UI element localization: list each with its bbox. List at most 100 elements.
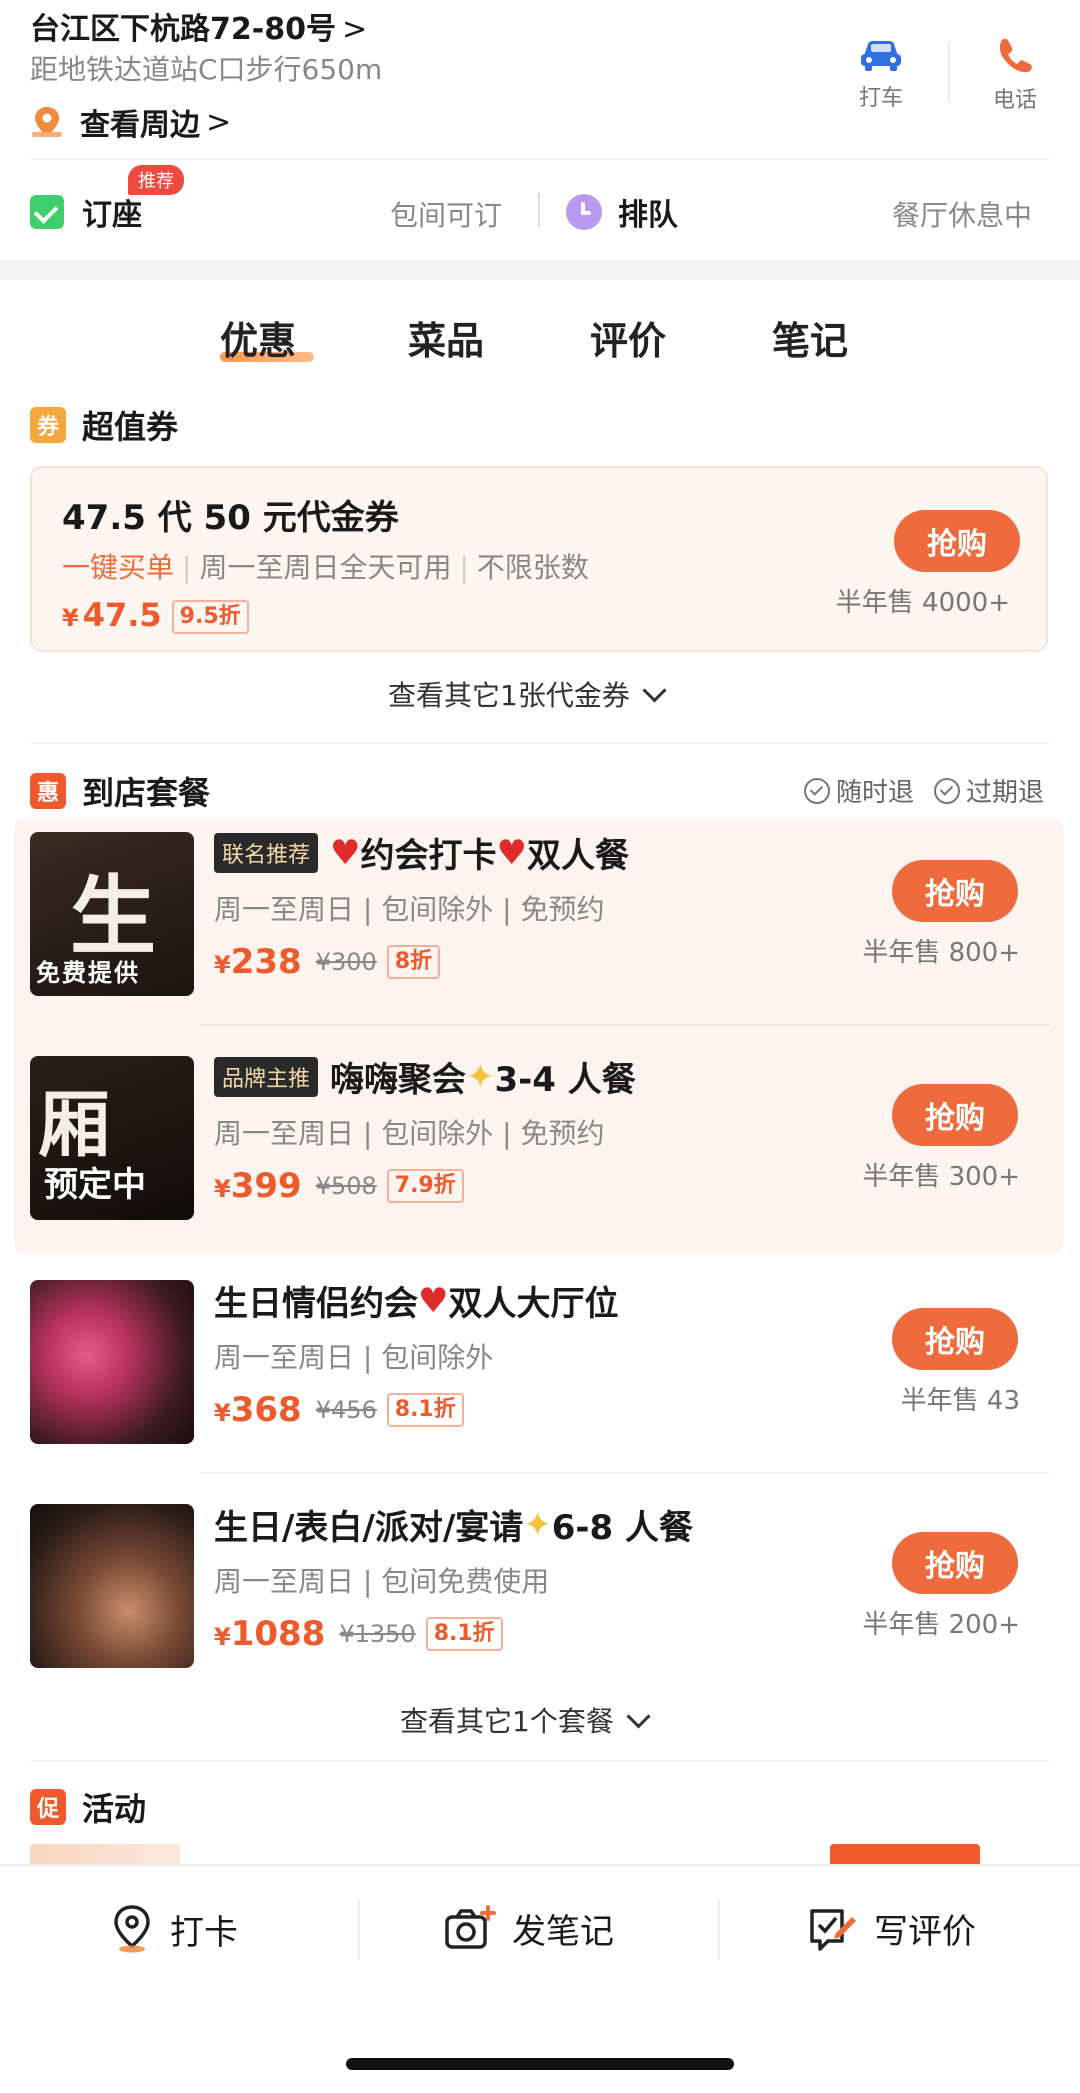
book-seat-label: 订座 [82,198,142,233]
package-name-text: 双人餐 [526,836,629,876]
more-packages-link[interactable]: 查看其它1个套餐 [400,1700,651,1740]
thumb-subtext: 预定中 [44,1165,146,1205]
buy-button[interactable]: 抢购 [892,1532,1018,1594]
voucher-section-header: 券 超值券 [30,402,178,448]
write-review-label: 写评价 [874,1912,976,1952]
divider [358,1900,360,1960]
package-price-row: ¥399 ¥508 7.9折 [214,1166,464,1206]
package-item[interactable]: 生 免费提供 联名推荐 ♥ 约会打卡 ♥ 双人餐 周一至周日 | 包间除外 | 免预… [30,818,1050,1026]
book-seat-button[interactable]: 订座 [30,190,142,234]
location-pin-icon [114,1905,150,1953]
discount-badge: 7.9折 [386,1169,464,1203]
divider [200,1024,1050,1026]
address-link[interactable]: 台江区下杭路72-80号 > [30,4,367,48]
voucher-card[interactable]: 47.5 代 50 元代金券 一键买单 | 周一至周日全天可用 | 不限张数 ¥47.5… [30,466,1048,652]
voucher-tag: 不限张数 [476,551,589,584]
sparkle-icon: ✦ [466,1056,495,1097]
tab-reviews[interactable]: 评价 [590,310,666,365]
package-name: 生日情侣约会 ♥ 双人大厅位 [214,1276,618,1325]
phone-label: 电话 [992,88,1037,113]
activity-section-header: 促 活动 [30,1784,146,1830]
package-price-value: 399 [230,1166,302,1206]
buy-button[interactable]: 抢购 [894,510,1020,572]
package-price-row: ¥238 ¥300 8折 [214,942,441,982]
package-item[interactable]: 厢 预定中 品牌主推 嗨嗨聚会 ✦ 3-4 人餐 周一至周日 | 包间除外 | 免… [30,1042,1050,1242]
refund-expired-label: 过期退 [966,778,1045,808]
package-desc: 周一至周日 | 包间除外 | 免预约 [214,893,605,926]
sold-count: 半年售 800+ [862,938,1020,968]
voucher-name: 47.5 代 50 元代金券 [62,498,399,538]
queue-label: 排队 [618,198,678,233]
package-price-value: 1088 [230,1614,326,1654]
restaurant-status: 餐厅休息中 [892,199,1033,232]
discount-badge: 9.5折 [171,600,249,634]
tab-offers[interactable]: 优惠 [220,310,296,365]
package-price-row: ¥1088 ¥1350 8.1折 [214,1614,503,1654]
more-vouchers-link[interactable]: 查看其它1张代金券 [388,674,667,714]
voucher-icon: 券 [30,407,66,443]
divider [30,1760,1050,1762]
refund-expired: 过期退 [934,772,1044,809]
original-price: ¥456 [315,1396,377,1424]
voucher-price-value: 47.5 [82,596,162,634]
package-thumbnail: 生 免费提供 [30,832,194,996]
chevron-right-icon: > [341,12,368,47]
original-price: ¥508 [315,1172,377,1200]
metro-distance: 距地铁达道站C口步行650m [30,53,383,86]
post-note-button[interactable]: 发笔记 [444,1904,614,1953]
buy-button[interactable]: 抢购 [892,860,1018,922]
thumb-text: 厢 [38,1082,111,1167]
package-name-text: 双人大厅位 [448,1284,619,1324]
package-price-value: 238 [230,942,302,982]
refund-anytime: 随时退 [804,772,914,809]
check-icon [30,195,64,229]
package-tag: 品牌主推 [214,1056,319,1097]
address-text: 台江区下杭路72-80号 [30,12,336,47]
package-section-title: 到店套餐 [82,774,211,812]
tab-notes[interactable]: 笔记 [772,310,848,365]
sparkle-icon: ✦ [523,1504,552,1545]
package-name-text: 6-8 人餐 [551,1508,694,1548]
package-thumbnail: 厢 预定中 [30,1056,194,1220]
section-gap [0,260,1080,280]
edit-review-icon [810,1908,856,1951]
chevron-down-icon [642,678,667,703]
original-price: ¥1350 [339,1620,416,1648]
discount-badge: 8.1折 [425,1617,503,1651]
heart-icon: ♥ [496,832,527,873]
activity-icon: 促 [30,1789,66,1825]
post-note-label: 发笔记 [512,1912,614,1952]
voucher-tag-highlight: 一键买单 [62,551,175,584]
buy-button[interactable]: 抢购 [892,1084,1018,1146]
check-circle-icon [934,778,960,804]
package-desc: 周一至周日 | 包间除外 [214,1341,494,1374]
queue-button[interactable]: 排队 [566,190,678,234]
buy-button[interactable]: 抢购 [892,1308,1018,1370]
checkin-button[interactable]: 打卡 [110,1904,238,1954]
nearby-link[interactable]: 查看周边 > [30,100,231,144]
taxi-button[interactable]: 打车 [826,36,936,112]
voucher-tags: 一键买单 | 周一至周日全天可用 | 不限张数 [62,551,589,584]
tab-dishes[interactable]: 菜品 [408,310,484,365]
original-price: ¥300 [315,948,377,976]
refund-anytime-label: 随时退 [836,778,915,808]
package-item[interactable]: 生日情侣约会 ♥ 双人大厅位 周一至周日 | 包间除外 ¥368 ¥456 8.1折… [30,1266,1050,1474]
write-review-button[interactable]: 写评价 [806,1904,976,1953]
phone-button[interactable]: 电话 [960,36,1070,114]
activity-section-title: 活动 [82,1790,147,1828]
package-name-text: 生日情侣约会 [214,1284,418,1324]
divider [30,158,1050,160]
discount-badge: 8折 [386,945,441,979]
package-desc: 周一至周日 | 包间除外 | 免预约 [214,1117,605,1150]
recommend-badge: 推荐 [128,165,184,195]
heart-icon: ♥ [330,832,361,873]
package-name-text: 嗨嗨聚会 [330,1060,467,1100]
package-item[interactable]: 生日/表白/派对/宴请 ✦ 6-8 人餐 周一至周日 | 包间免费使用 ¥1088… [30,1490,1050,1690]
package-name-text: 3-4 人餐 [494,1060,636,1100]
sold-count: 半年售 300+ [862,1162,1020,1192]
package-tag: 联名推荐 [214,832,319,873]
taxi-label: 打车 [858,86,903,111]
clock-icon [566,194,602,230]
package-name: 生日/表白/派对/宴请 ✦ 6-8 人餐 [214,1500,693,1549]
more-vouchers-label: 查看其它1张代金券 [388,679,630,712]
